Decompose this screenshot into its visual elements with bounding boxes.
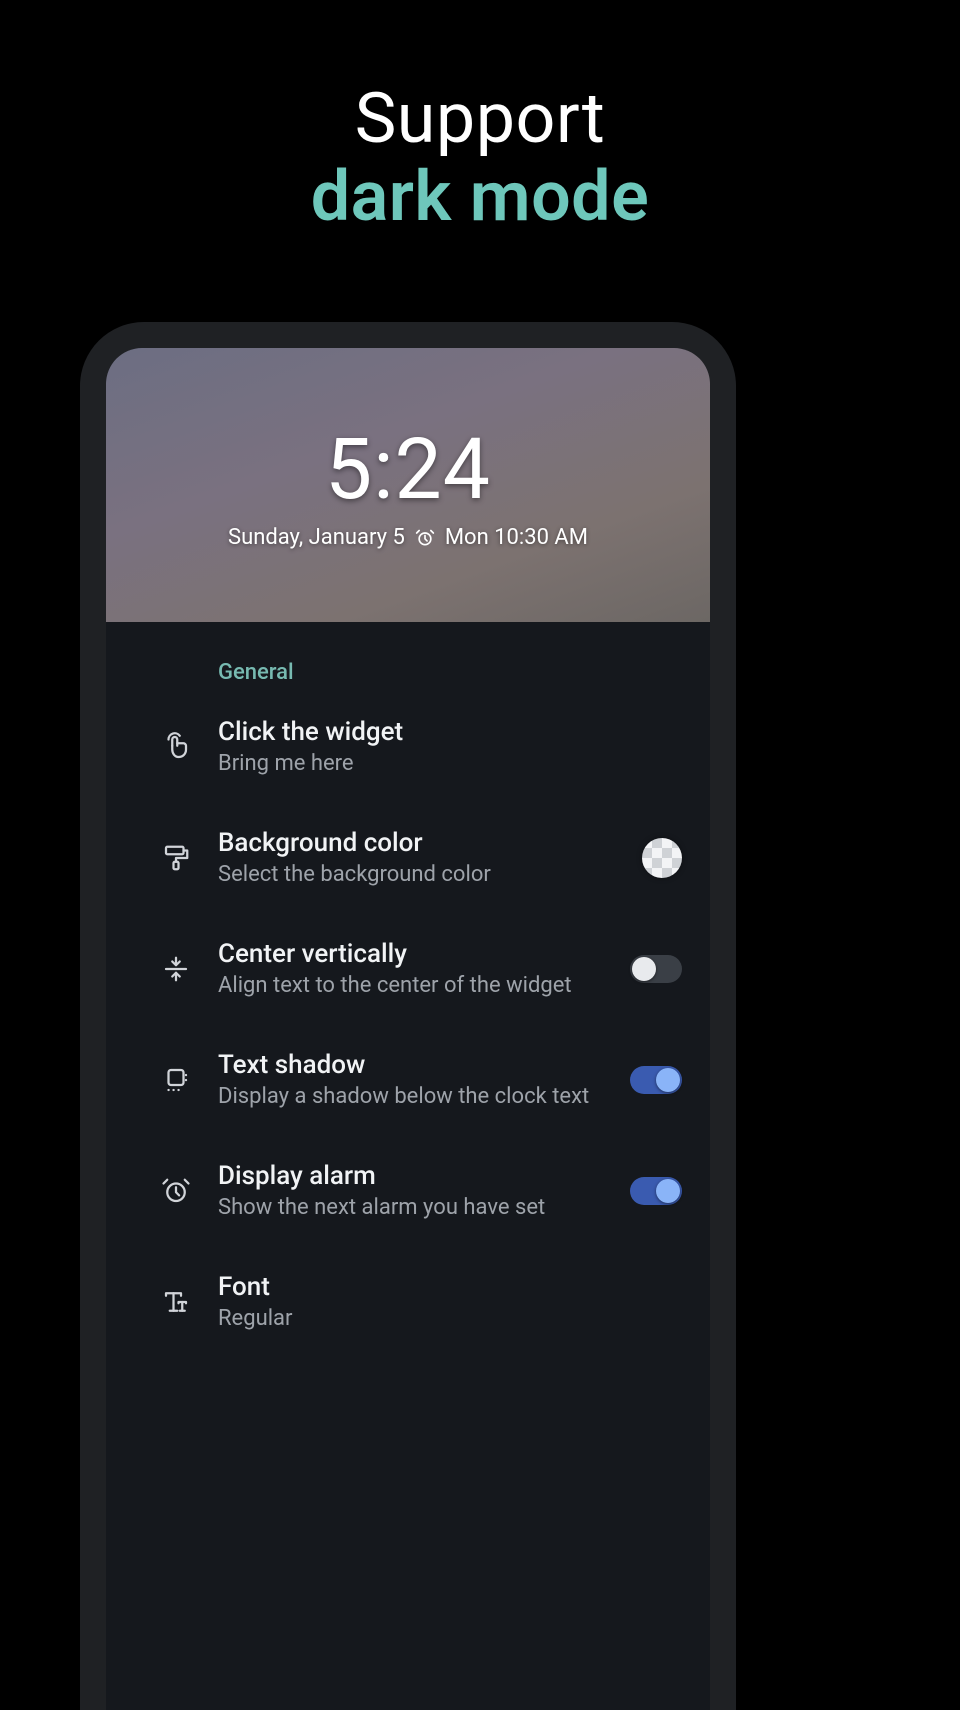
alarm-clock-icon — [415, 528, 435, 548]
widget-alarm: Mon 10:30 AM — [445, 525, 588, 550]
setting-title: Text shadow — [218, 1050, 612, 1080]
center-vertical-icon — [161, 954, 191, 984]
text-shadow-icon — [161, 1065, 191, 1095]
setting-display-alarm[interactable]: Display alarm Show the next alarm you ha… — [106, 1135, 710, 1246]
setting-click-widget[interactable]: Click the widget Bring me here — [106, 691, 710, 802]
color-swatch-transparent[interactable] — [642, 838, 682, 878]
section-header-general: General — [106, 660, 710, 691]
setting-subtitle: Align text to the center of the widget — [218, 973, 612, 998]
toggle-text-shadow[interactable] — [630, 1066, 682, 1094]
setting-background-color[interactable]: Background color Select the background c… — [106, 802, 710, 913]
paint-roller-icon — [161, 843, 191, 873]
touch-icon — [161, 732, 191, 762]
toggle-display-alarm[interactable] — [630, 1177, 682, 1205]
setting-title: Font — [218, 1272, 612, 1302]
promo-line-2: dark mode — [0, 156, 960, 238]
setting-title: Center vertically — [218, 939, 612, 969]
widget-time: 5:24 — [325, 420, 491, 519]
setting-text-shadow[interactable]: Text shadow Display a shadow below the c… — [106, 1024, 710, 1135]
font-icon — [161, 1287, 191, 1317]
promo-line-1: Support — [0, 78, 960, 160]
setting-title: Display alarm — [218, 1161, 612, 1191]
setting-subtitle: Display a shadow below the clock text — [218, 1084, 612, 1109]
setting-center-vertically[interactable]: Center vertically Align text to the cent… — [106, 913, 710, 1024]
phone-screen: 5:24 Sunday, January 5 Mon 10:30 AM Gene… — [106, 348, 710, 1710]
settings-sheet: General Click the widget Bring me here B… — [106, 622, 710, 1357]
widget-date: Sunday, January 5 — [228, 525, 405, 550]
toggle-center-vertically[interactable] — [630, 955, 682, 983]
setting-title: Click the widget — [218, 717, 612, 747]
alarm-clock-icon — [161, 1176, 191, 1206]
phone-frame: 5:24 Sunday, January 5 Mon 10:30 AM Gene… — [80, 322, 736, 1710]
setting-title: Background color — [218, 828, 612, 858]
setting-subtitle: Regular — [218, 1306, 612, 1331]
setting-subtitle: Select the background color — [218, 862, 612, 887]
clock-widget-preview: 5:24 Sunday, January 5 Mon 10:30 AM — [106, 348, 710, 622]
setting-subtitle: Show the next alarm you have set — [218, 1195, 612, 1220]
setting-font[interactable]: Font Regular — [106, 1246, 710, 1357]
promo-title: Support dark mode — [0, 0, 960, 238]
setting-subtitle: Bring me here — [218, 751, 612, 776]
